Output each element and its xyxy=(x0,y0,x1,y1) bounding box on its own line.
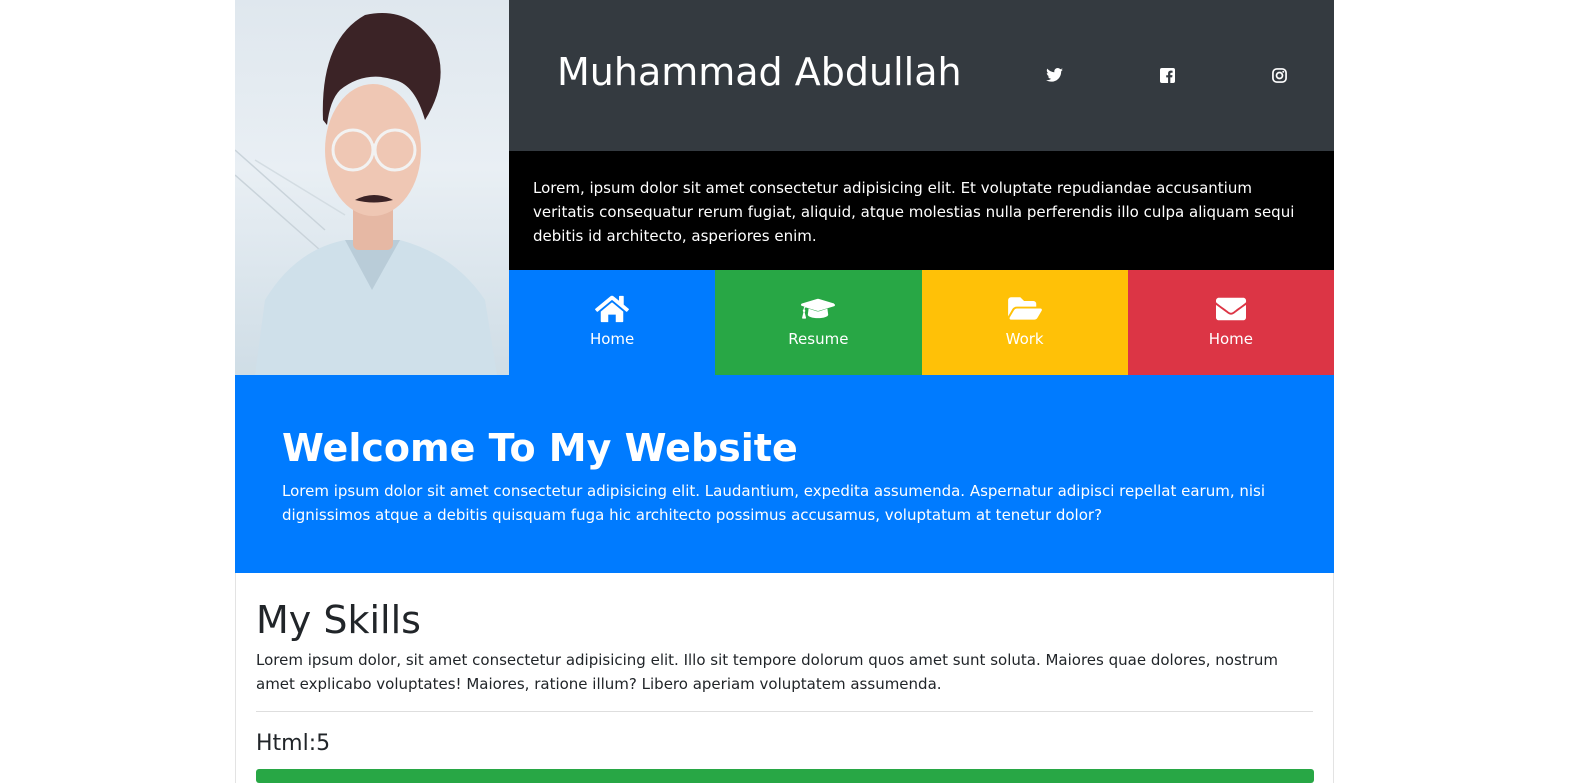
skill-progress-html xyxy=(256,769,1314,783)
nav-home-label: Home xyxy=(589,330,635,348)
welcome-text: Lorem ipsum dolor sit amet consectetur a… xyxy=(282,482,1266,524)
home-icon xyxy=(595,295,630,323)
facebook-link[interactable] xyxy=(1158,66,1176,84)
folder-open-icon xyxy=(1007,297,1042,320)
skill-label-html: Html:5 xyxy=(256,731,331,756)
nav-resume-label: Resume xyxy=(788,330,849,348)
instagram-icon xyxy=(1271,67,1287,83)
welcome-section: Welcome To My Website Lorem ipsum dolor … xyxy=(235,375,1334,573)
intro-text: Lorem, ipsum dolor sit amet consectetur … xyxy=(509,151,1334,270)
nav-contact[interactable]: Home xyxy=(1127,270,1334,375)
skills-text: Lorem ipsum dolor, sit amet consectetur … xyxy=(256,651,1278,693)
facebook-icon xyxy=(1159,67,1175,83)
skills-section: My Skills Lorem ipsum dolor, sit amet co… xyxy=(235,573,1334,783)
header-panel: Muhammad Abdullah Lorem, ipsum dolor sit… xyxy=(509,0,1334,375)
twitter-link[interactable] xyxy=(1045,66,1063,84)
nav-home[interactable]: Home xyxy=(509,270,716,375)
nav-resume[interactable]: Resume xyxy=(715,270,922,375)
welcome-title: Welcome To My Website xyxy=(282,426,798,470)
main-nav: Home Resume Work Home xyxy=(509,270,1334,375)
skill-progress-fill xyxy=(256,769,1314,783)
nav-work[interactable]: Work xyxy=(921,270,1128,375)
site-owner-name: Muhammad Abdullah xyxy=(557,50,962,94)
skills-title: My Skills xyxy=(256,598,421,642)
page-container: Muhammad Abdullah Lorem, ipsum dolor sit… xyxy=(235,0,1334,783)
profile-photo xyxy=(235,0,509,375)
nav-contact-label: Home xyxy=(1208,330,1254,348)
twitter-icon xyxy=(1045,68,1063,82)
instagram-link[interactable] xyxy=(1270,66,1288,84)
nav-work-label: Work xyxy=(1005,330,1044,348)
name-bar: Muhammad Abdullah xyxy=(509,0,1334,151)
graduation-cap-icon xyxy=(801,298,836,319)
skills-divider xyxy=(256,711,1313,712)
envelope-icon xyxy=(1215,297,1246,321)
